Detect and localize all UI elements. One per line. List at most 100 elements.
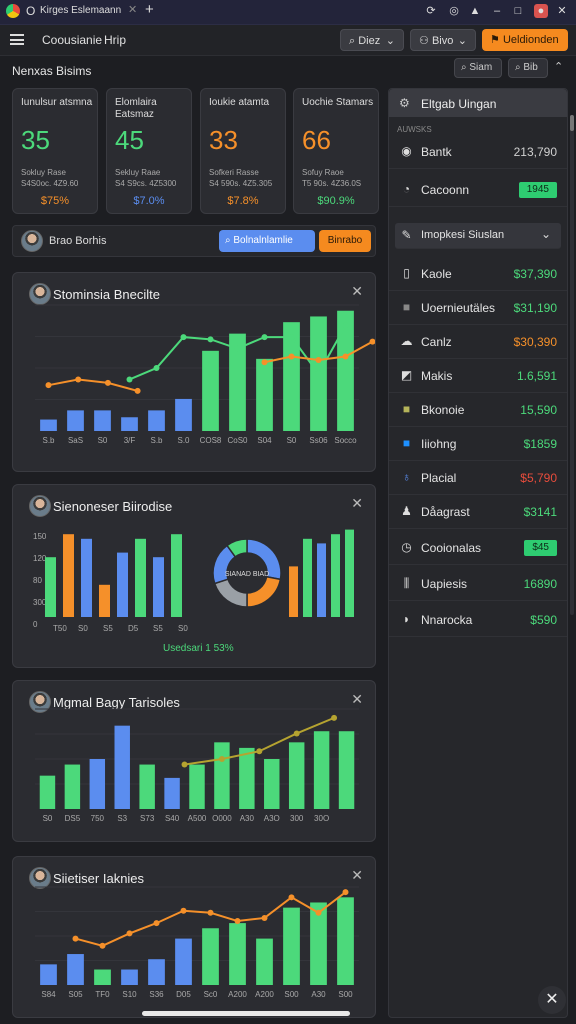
row-value: 15,590 (520, 403, 557, 417)
bib-button[interactable]: ⌕ Bib (508, 58, 548, 78)
row-label: Iiiohng (421, 437, 457, 451)
side-row-square[interactable]: ■ Uoernieutäles $31,190 (389, 291, 567, 325)
close-fab-button[interactable]: ✕ (538, 986, 566, 1014)
search-icon: ⌕ (225, 235, 231, 246)
siam-button[interactable]: ⌕ Siam (454, 58, 502, 78)
scrollbar-thumb[interactable] (570, 115, 574, 131)
x-tick-label: S.b (150, 436, 163, 445)
side-row-blue-square[interactable]: ■ Iiiohng $1859 (389, 427, 567, 461)
donut-slice (213, 578, 248, 608)
kpi-label: Iunulsur atsmna (21, 97, 93, 108)
x-tick-label: S.b (42, 436, 55, 445)
side-row-tag2[interactable]: ◗ Nnarocka $590 (389, 603, 567, 637)
bar (175, 938, 192, 985)
side-row-pen[interactable]: ✎ Imopkesi Siuslan ⌄ (395, 223, 561, 249)
scrollbar[interactable] (570, 115, 574, 615)
kpi-value: 35 (21, 125, 50, 155)
kpi-card[interactable]: Ioukie atamta 33 Sofkeri Rasse S4 590s. 4Z5… (200, 88, 286, 214)
car-icon: ☁ (400, 334, 413, 348)
chart-card-4: Siietiser Iaknies ✕ S84 S05 TF0 S10 S36 D05 Sc… (12, 856, 376, 1018)
refresh-icon[interactable]: ⟳ (424, 4, 438, 18)
row-label: Kaole (421, 267, 452, 281)
record-icon[interactable]: ● (534, 4, 548, 18)
bar (94, 410, 111, 431)
minimize-icon[interactable]: – (490, 4, 504, 18)
x-tick-label: Sc0 (204, 990, 218, 999)
chart-footer: Usedsari 1 53% (163, 643, 234, 654)
toolbar-label: Brao Borhis (49, 235, 107, 247)
side-row-user[interactable]: ♟ Dåagrast $3141 (389, 495, 567, 529)
side-row-chart[interactable]: ◔ Cacoonn 1945 (389, 173, 567, 207)
kpi-card[interactable]: Elomlaira Eatsmaz 45 Sekluy Raae S4 S9cs. 4… (106, 88, 192, 214)
line-point (180, 907, 187, 914)
tab-title[interactable]: Kirges Eslemaann (40, 5, 130, 16)
menu-item-2[interactable]: Hrip (104, 33, 126, 47)
line-point (180, 334, 187, 341)
tab-close-icon[interactable]: ✕ (128, 3, 137, 16)
kpi-percent: $7.8% (227, 195, 259, 207)
side-row-tag[interactable]: ◩ Makis 1.6,591 (389, 359, 567, 393)
row-label: Dåagrast (421, 505, 470, 519)
hamburger-menu-icon[interactable] (10, 34, 24, 45)
app-icon (6, 4, 20, 18)
menu-item-1[interactable]: Coousianie (42, 33, 102, 47)
side-row-bars[interactable]: ⫼ Uapiesis 16890 (389, 567, 567, 601)
new-tab-button[interactable]: + (145, 1, 154, 18)
bar (117, 552, 128, 617)
search-filter-button[interactable]: ⌕ Bolnalnlamlie (219, 230, 315, 252)
kpi-card[interactable]: Iunulsur atsmna 35 Sokluy Rase S4S0oc. 4Z9.… (12, 88, 98, 214)
side-panel-header: ⚙ Eltgab Uingan (389, 89, 567, 117)
search-icon: ⌕ (515, 62, 521, 73)
bar-line-chart: S84 S05 TF0 S10 S36 D05 Sc0 A200 A200 S00 A30 S00 (35, 886, 359, 999)
y-tick-label: 150 (33, 532, 47, 541)
pin-icon[interactable]: ▲ (468, 4, 482, 18)
row-value: $1859 (523, 437, 557, 451)
maximize-icon[interactable]: □ (511, 4, 525, 18)
row-value: $5,790 (520, 471, 557, 485)
pen-icon: ✎ (401, 228, 412, 242)
y-tick-label: 120 (33, 554, 47, 563)
kpi-percent: $90.9% (317, 195, 355, 207)
primary-icon: ⚑ (490, 34, 500, 46)
side-row-doc[interactable]: ▯ Kaole $37,390 (389, 257, 567, 291)
page-title: Nenxas Bisims (12, 64, 92, 78)
chevron-up-icon[interactable]: ⌃ (554, 60, 563, 73)
kpi-label: Elomlaira Eatsmaz (115, 97, 157, 120)
x-tick-label: S40 (165, 814, 180, 823)
side-row-yellow-square[interactable]: ■ Bkonoie 15,590 (389, 393, 567, 427)
primary-button[interactable]: ⚑ Ueldionden (482, 29, 568, 51)
home-indicator[interactable] (142, 1011, 350, 1016)
x-tick-label: TF0 (95, 990, 110, 999)
kpi-percent: $7.0% (133, 195, 165, 207)
kpi-sub1: Sofkeri Rasse (209, 168, 259, 177)
x-tick-label: SaS (68, 436, 83, 445)
orange-action-button[interactable]: Binrabo (319, 230, 371, 252)
close-window-icon[interactable]: ✕ (555, 4, 569, 18)
target-icon[interactable]: ◎ (447, 4, 461, 18)
bivo-dropdown[interactable]: ⚇ Bivo ⌄ (410, 29, 476, 51)
bar (303, 538, 312, 617)
x-tick-label: Ss06 (309, 436, 328, 445)
series-line (48, 378, 138, 392)
side-row-clock[interactable]: ◷ Cooionalas $45 (389, 531, 567, 565)
side-row-drop[interactable]: ♁ Placial $5,790 (389, 461, 567, 495)
x-tick-label: A500 (188, 814, 207, 823)
line-point (342, 353, 349, 360)
bar (317, 543, 326, 617)
side-panel: ⚙ Eltgab Uingan AUWSKS ◉ Bantk 213,790 ◔ Cac… (388, 88, 568, 1018)
line-point (288, 894, 295, 901)
kpi-card[interactable]: Uochie Stamars 66 Sofuy Raoe T5 90s. 4Z36.0… (293, 88, 379, 214)
x-tick-label: 30O (314, 814, 329, 823)
x-tick-label: A200 (255, 990, 274, 999)
x-tick-label: S05 (68, 990, 83, 999)
blue-square-icon: ■ (402, 436, 411, 450)
diez-dropdown[interactable]: ⌕ Diez ⌄ (340, 29, 404, 51)
row-label: Uapiesis (421, 577, 468, 591)
x-tick-label: O000 (212, 814, 232, 823)
line-point (207, 909, 214, 916)
side-row-bank[interactable]: ◉ Bantk 213,790 (389, 135, 567, 169)
x-tick-label: COS8 (200, 436, 222, 445)
side-row-car[interactable]: ☁ Canlz $30,390 (389, 325, 567, 359)
bar (345, 529, 354, 617)
x-tick-label: A200 (228, 990, 247, 999)
